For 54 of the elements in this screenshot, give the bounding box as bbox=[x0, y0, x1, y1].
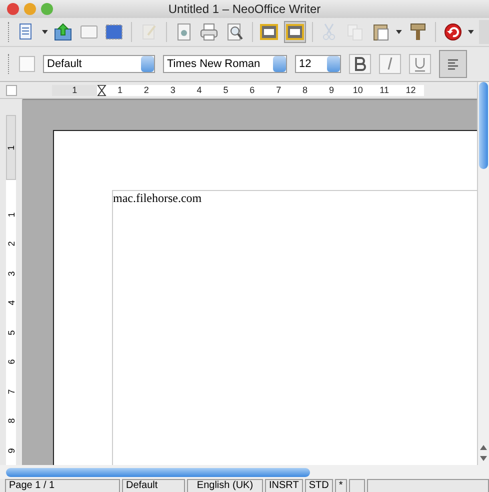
tab-stop-selector[interactable] bbox=[6, 84, 17, 96]
font-size-dropdown[interactable]: 12 bbox=[295, 55, 341, 73]
toolbar-button[interactable] bbox=[284, 21, 306, 43]
status-field: STD bbox=[304, 479, 333, 492]
style-dropdown[interactable]: Default bbox=[43, 55, 155, 73]
ruler-number: 8 bbox=[302, 84, 309, 96]
ruler-number: 5 bbox=[5, 328, 17, 337]
status-field: * bbox=[334, 479, 347, 492]
align-left-button[interactable] bbox=[439, 50, 467, 78]
ruler-number: 5 bbox=[222, 84, 230, 96]
italic-button[interactable] bbox=[379, 54, 401, 74]
ruler-number: 7 bbox=[275, 84, 282, 96]
toolbar-button[interactable] bbox=[258, 21, 280, 43]
ruler-number: 3 bbox=[169, 84, 176, 96]
ruler-number: 6 bbox=[5, 358, 17, 366]
ruler-number: 9 bbox=[5, 446, 17, 455]
window-control[interactable] bbox=[7, 3, 19, 15]
status-field: Default bbox=[122, 479, 185, 492]
ruler-number: 9 bbox=[328, 84, 335, 96]
document-text: mac.filehorse.com bbox=[113, 191, 202, 206]
ruler-number: 8 bbox=[5, 417, 17, 426]
italic-icon bbox=[387, 57, 393, 71]
underline-button[interactable] bbox=[409, 54, 431, 74]
scrollbar-thumb[interactable] bbox=[479, 82, 488, 169]
scrollbar-thumb[interactable] bbox=[6, 468, 310, 476]
caret-icon[interactable] bbox=[40, 28, 48, 36]
font-dropdown[interactable]: Times New Roman bbox=[163, 55, 287, 73]
ruler-number: 2 bbox=[5, 240, 17, 248]
scroll-up-icon[interactable] bbox=[479, 443, 488, 452]
toolbar-button[interactable] bbox=[442, 21, 464, 43]
ruler-number: 6 bbox=[248, 84, 256, 96]
ruler-number: 1 bbox=[5, 210, 17, 219]
ruler-number: 4 bbox=[5, 299, 17, 308]
caret-icon[interactable] bbox=[395, 28, 404, 36]
bold-button[interactable] bbox=[349, 54, 371, 74]
ruler-number: 1 bbox=[5, 144, 17, 150]
ruler-number: 12 bbox=[404, 84, 417, 96]
toolbar-button[interactable] bbox=[198, 21, 220, 43]
ruler-number: 1 bbox=[116, 84, 124, 96]
ruler-number: 4 bbox=[196, 84, 203, 96]
status-field bbox=[348, 479, 365, 492]
window-title: Untitled 1 – NeoOffice Writer bbox=[167, 2, 322, 16]
ruler-number: 2 bbox=[142, 84, 150, 96]
ruler-number: 1 bbox=[71, 84, 78, 96]
ruler-number: 10 bbox=[352, 84, 364, 96]
ruler-number: 11 bbox=[378, 84, 390, 96]
status-field: Page 1 / 1 bbox=[5, 479, 120, 492]
ruler-number: 7 bbox=[5, 388, 17, 396]
caret-icon[interactable] bbox=[467, 28, 476, 36]
toolbar-button[interactable] bbox=[52, 21, 74, 43]
status-field: INSRT bbox=[265, 479, 303, 492]
scroll-down-icon[interactable] bbox=[479, 454, 488, 463]
ruler-number: 3 bbox=[5, 270, 17, 278]
status-field: English (UK) bbox=[187, 479, 263, 492]
